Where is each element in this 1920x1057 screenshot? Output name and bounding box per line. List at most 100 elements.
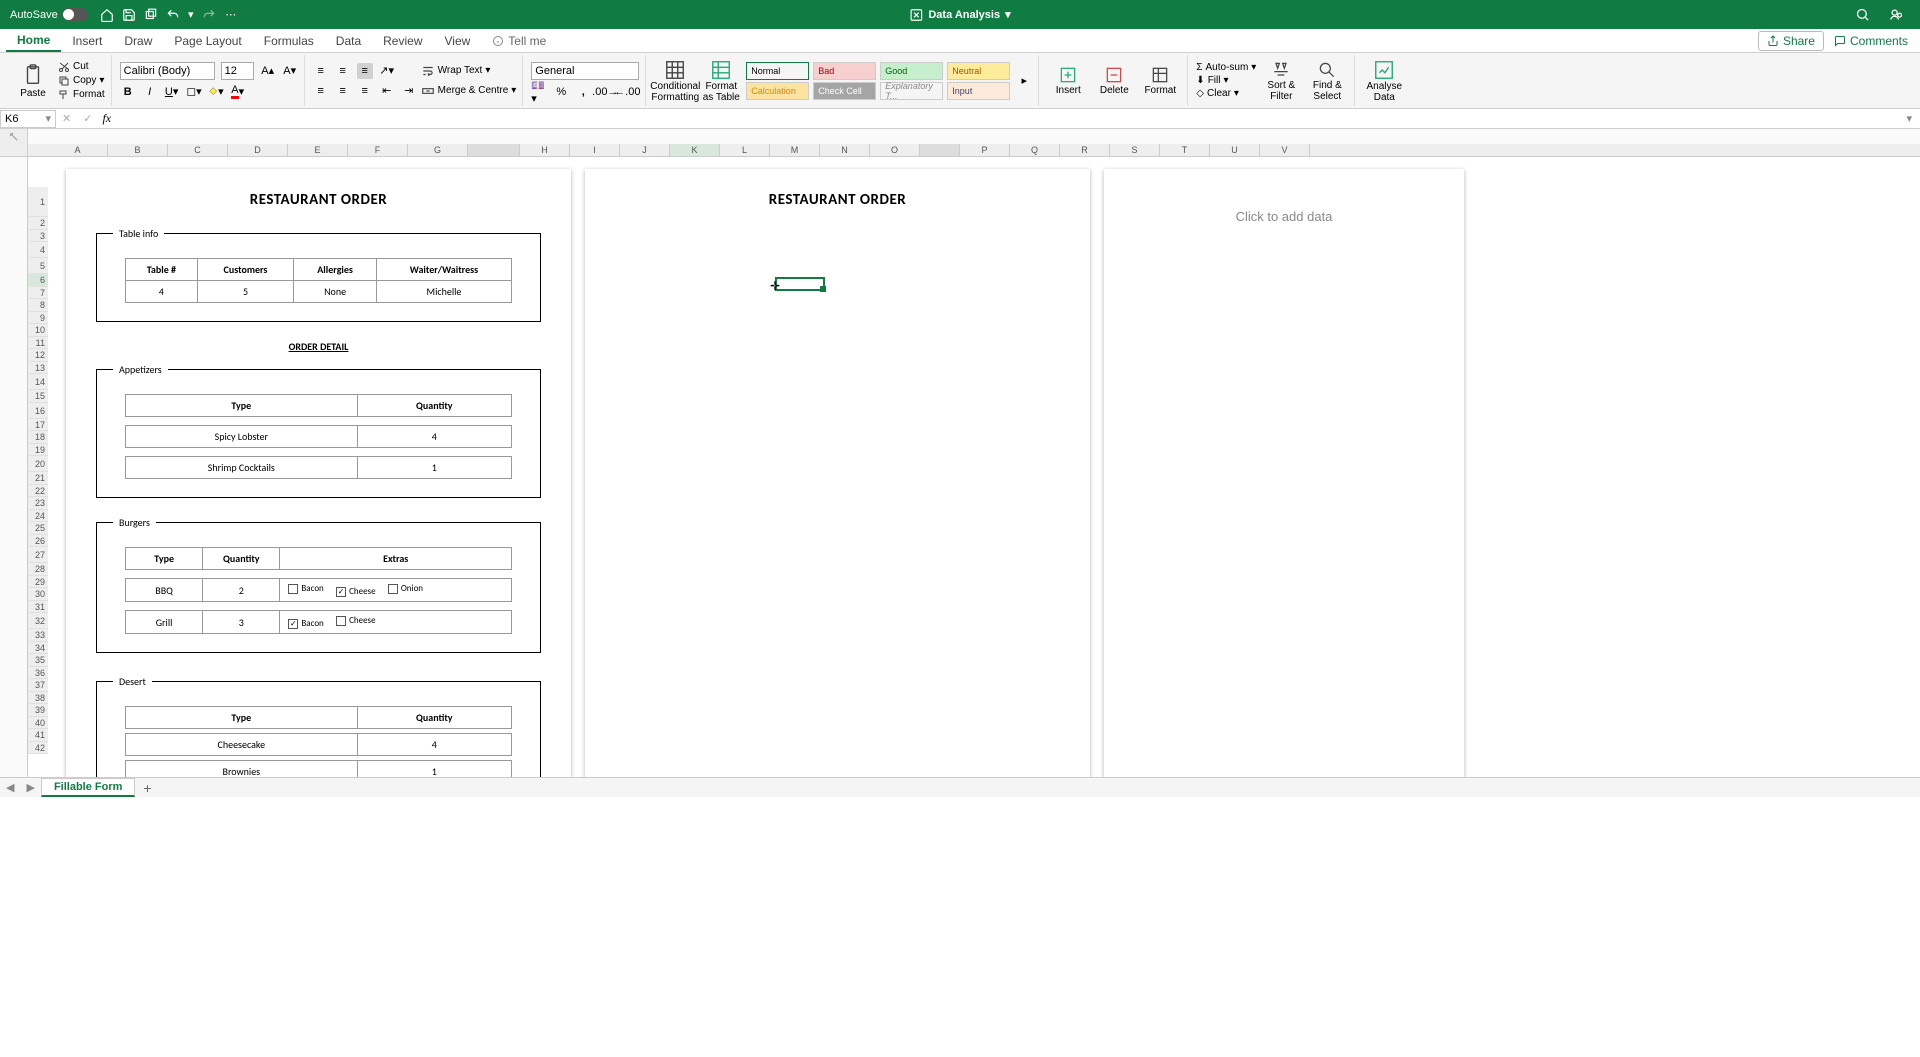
sheet-prev-icon[interactable]: ◀ [0,781,20,794]
style-calculation[interactable]: Calculation [746,82,809,100]
row-header-31[interactable]: 31 [28,601,48,614]
row-header-39[interactable]: 39 [28,704,48,717]
title-dropdown-icon[interactable]: ▾ [1005,8,1011,21]
row-header-22[interactable]: 22 [28,485,48,498]
row-header-10[interactable]: 10 [28,324,48,337]
col-header-S[interactable]: S [1110,144,1160,156]
col-header-G[interactable]: G [408,144,468,156]
paste-button[interactable]: Paste [12,56,54,106]
grid-area[interactable]: 1234567891011121314151617181920212223242… [0,157,1920,777]
tab-view[interactable]: View [434,29,482,52]
row-header-28[interactable]: 28 [28,563,48,576]
row-header-4[interactable]: 4 [28,242,48,258]
cut-button[interactable]: Cut [58,60,105,74]
td-burger-extras-0[interactable]: Bacon ✓Cheese Onion [280,579,512,602]
col-header-K[interactable]: K [670,144,720,156]
font-size-select[interactable] [221,62,254,80]
row-header-5[interactable]: 5 [28,258,48,274]
row-header-15[interactable]: 15 [28,390,48,403]
autosum-button[interactable]: Σ Auto-sum ▾ [1196,61,1256,74]
wrap-text-button[interactable]: Wrap Text ▾ [421,63,517,79]
save-icon[interactable] [121,7,137,23]
format-painter-button[interactable]: Format [58,88,105,102]
align-top-icon[interactable]: ≡ [313,63,329,79]
decrease-indent-icon[interactable]: ⇤ [379,83,395,99]
row-header-35[interactable]: 35 [28,654,48,667]
styles-expand-icon[interactable]: ▸ [1016,73,1032,89]
delete-cells-button[interactable]: Delete [1093,56,1135,106]
row-header-24[interactable]: 24 [28,510,48,523]
row-header-40[interactable]: 40 [28,717,48,730]
td-app-qty-0[interactable]: 4 [357,426,511,448]
style-neutral[interactable]: Neutral [947,62,1010,80]
font-color-icon[interactable]: A▾ [230,84,246,100]
col-header-N[interactable]: N [820,144,870,156]
increase-indent-icon[interactable]: ⇥ [401,83,417,99]
italic-icon[interactable]: I [142,84,158,100]
td-desert-qty-1[interactable]: 1 [357,761,511,778]
col-header-B[interactable]: B [108,144,168,156]
add-sheet-button[interactable]: + [135,780,159,796]
row-header-33[interactable]: 33 [28,629,48,642]
row-header-23[interactable]: 23 [28,497,48,510]
formula-input[interactable] [115,110,1898,128]
col-header-D[interactable]: D [228,144,288,156]
tab-formulas[interactable]: Formulas [253,29,325,52]
align-left-icon[interactable]: ≡ [313,83,329,99]
td-app-qty-1[interactable]: 1 [357,457,511,479]
fill-color-icon[interactable]: ▾ [208,84,224,100]
td-desert-type-0[interactable]: Cheesecake [126,734,358,756]
decrease-decimal-icon[interactable]: ←.00 [619,84,635,100]
td-app-type-0[interactable]: Spicy Lobster [126,426,358,448]
format-cells-button[interactable]: Format [1139,56,1181,106]
merge-centre-button[interactable]: Merge & Centre ▾ [421,83,517,99]
tab-page-layout[interactable]: Page Layout [163,29,252,52]
tab-insert[interactable]: Insert [61,29,113,52]
tab-draw[interactable]: Draw [113,29,163,52]
row-header-16[interactable]: 16 [28,403,48,419]
row-header-1[interactable]: 1 [28,187,48,217]
insert-cells-button[interactable]: Insert [1047,56,1089,106]
sheet-next-icon[interactable]: ▶ [20,781,40,794]
col-header-F[interactable]: F [348,144,408,156]
row-header-37[interactable]: 37 [28,679,48,692]
row-header-12[interactable]: 12 [28,349,48,362]
sort-filter-button[interactable]: Sort & Filter [1260,56,1302,106]
border-icon[interactable]: ▾ [186,84,202,100]
fx-icon[interactable]: fx [98,111,115,126]
row-header-18[interactable]: 18 [28,431,48,444]
col-header-C[interactable]: C [168,144,228,156]
row-header-11[interactable]: 11 [28,337,48,350]
style-normal[interactable]: Normal [746,62,809,80]
col-header-L[interactable]: L [720,144,770,156]
row-header-6[interactable]: 6 [28,274,48,287]
td-waiter[interactable]: Michelle [376,281,511,303]
col-header-H[interactable]: H [520,144,570,156]
increase-decimal-icon[interactable]: .00→ [597,84,613,100]
fill-button[interactable]: ⬇ Fill ▾ [1196,74,1256,87]
row-header-20[interactable]: 20 [28,456,48,472]
td-table-num[interactable]: 4 [126,281,198,303]
document-title[interactable]: Data Analysis [928,9,1000,21]
row-header-38[interactable]: 38 [28,692,48,705]
td-desert-type-1[interactable]: Brownies [126,761,358,778]
row-header-34[interactable]: 34 [28,642,48,655]
row-header-21[interactable]: 21 [28,472,48,485]
col-header-P[interactable]: P [960,144,1010,156]
style-input[interactable]: Input [947,82,1010,100]
accept-formula-icon[interactable]: ✓ [77,112,98,125]
clear-button[interactable]: ◇ Clear ▾ [1196,87,1256,100]
row-header-19[interactable]: 19 [28,444,48,457]
undo-icon[interactable] [165,7,181,23]
col-header-J[interactable]: J [620,144,670,156]
find-select-button[interactable]: Find & Select [1306,56,1348,106]
comments-button[interactable]: Comments [1834,34,1908,48]
account-icon[interactable] [1888,7,1904,23]
row-header-42[interactable]: 42 [28,742,48,755]
more-icon[interactable]: ⋯ [223,7,239,23]
select-all-corner[interactable] [0,144,28,156]
row-header-17[interactable]: 17 [28,419,48,432]
row-header-13[interactable]: 13 [28,362,48,375]
style-explanatory[interactable]: Explanatory T... [880,82,943,100]
align-right-icon[interactable]: ≡ [357,83,373,99]
